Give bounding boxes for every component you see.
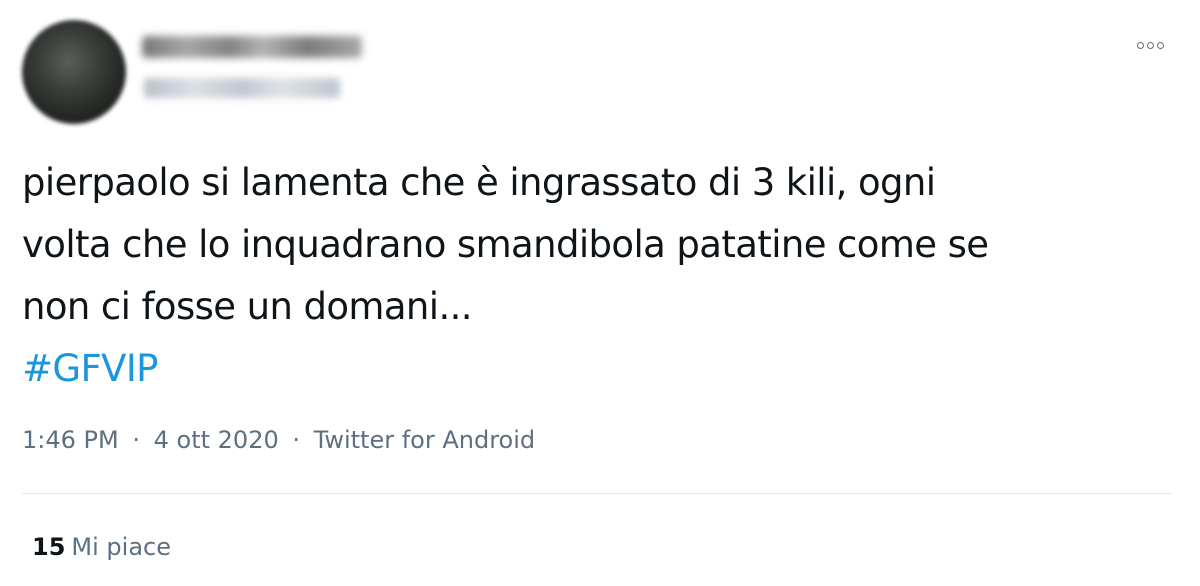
- likes-count: 15: [32, 533, 66, 561]
- author-handle-blurred[interactable]: [144, 78, 340, 98]
- more-options-button[interactable]: [1128, 30, 1172, 60]
- hashtag-link[interactable]: #GFVIP: [22, 347, 159, 390]
- tweet-time[interactable]: 1:46 PM: [22, 426, 119, 454]
- avatar[interactable]: [22, 20, 126, 124]
- meta-separator: ·: [132, 426, 140, 454]
- author-name-blurred[interactable]: [142, 36, 362, 58]
- tweet-date[interactable]: 4 ott 2020: [154, 426, 279, 454]
- tweet-text: pierpaolo si lamenta che è ingrassato di…: [22, 152, 1172, 400]
- divider: [22, 493, 1172, 494]
- tweet-card: pierpaolo si lamenta che è ingrassato di…: [0, 0, 1200, 586]
- likes-link[interactable]: 15 Mi piace: [32, 527, 171, 567]
- tweet-source-link[interactable]: Twitter for Android: [314, 426, 535, 454]
- meta-separator: ·: [292, 426, 301, 454]
- more-options-icon: [1136, 41, 1144, 49]
- author-info[interactable]: [142, 32, 382, 112]
- tweet-text-line: volta che lo inquadrano smandibola patat…: [22, 223, 989, 266]
- more-options-icon: [1146, 41, 1154, 49]
- tweet-meta: 1:46 PM · 4 ott 2020 · Twitter for Andro…: [22, 420, 535, 460]
- likes-label: Mi piace: [71, 533, 171, 561]
- tweet-text-line: non ci fosse un domani...: [22, 285, 473, 328]
- more-options-icon: [1156, 41, 1164, 49]
- tweet-text-line: pierpaolo si lamenta che è ingrassato di…: [22, 161, 936, 204]
